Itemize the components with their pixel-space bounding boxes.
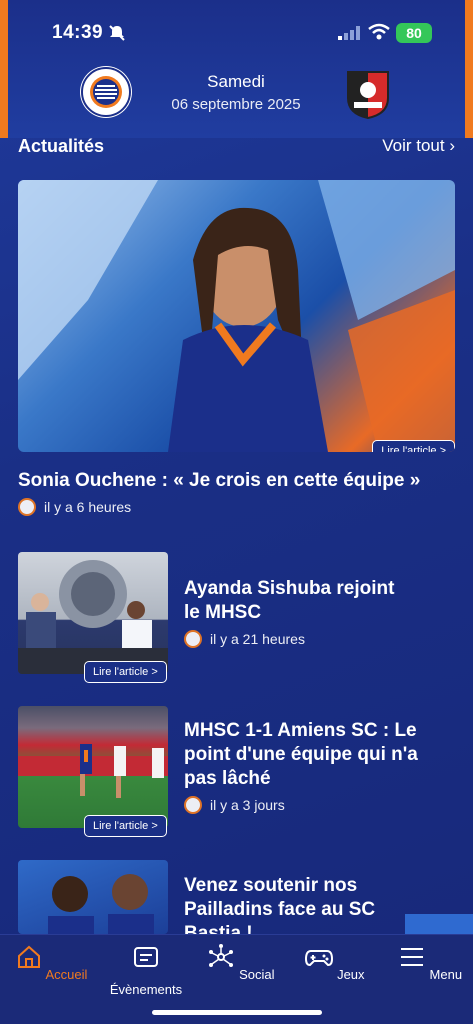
tab-social[interactable]: Social <box>196 943 286 982</box>
read-article-button[interactable]: Lire l'article > <box>372 440 455 452</box>
article-title-line: Bastia ! <box>184 922 253 935</box>
tab-label: Évènements <box>109 982 183 997</box>
tab-games[interactable]: Jeux <box>290 943 380 982</box>
battery-level: 80 <box>406 25 422 41</box>
article-title-line: le MHSC <box>184 601 262 623</box>
see-all-link[interactable]: Voir tout › <box>382 136 455 156</box>
social-icon <box>209 944 234 967</box>
tab-label: Menu <box>429 967 463 982</box>
status-bar: 14:39 80 <box>0 18 473 48</box>
article-title-line: point d'une équipe qui n'a <box>184 743 418 765</box>
article-time: il y a 21 heures <box>210 631 305 647</box>
hero-article-title[interactable]: Sonia Ouchene : « Je crois en cette équi… <box>18 470 455 492</box>
club-logo-icon <box>184 796 202 814</box>
match-photo <box>18 744 168 798</box>
home-team-logo[interactable] <box>80 66 132 118</box>
menu-icon <box>400 948 423 966</box>
tab-label: Jeux <box>337 967 365 982</box>
article-title-line: Ayanda Sishuba rejoint <box>184 578 395 599</box>
article-title-line: Pailladins face au SC <box>184 898 376 920</box>
read-article-button[interactable]: Lire l'article > <box>84 661 167 683</box>
decorative-block <box>405 914 473 934</box>
article-title-line: Venez soutenir nos <box>184 875 358 896</box>
article-title[interactable]: Venez soutenir nos Pailladins face au SC… <box>184 874 434 934</box>
read-article-button[interactable]: Lire l'article > <box>84 815 167 837</box>
match-date: 06 septembre 2025 <box>171 96 301 113</box>
tab-label: Accueil <box>45 967 88 982</box>
match-header: 14:39 80 Samedi 06 septembre 2025 <box>0 0 473 138</box>
events-icon <box>134 947 158 967</box>
article-meta: il y a 21 heures <box>184 630 305 648</box>
article-thumbnail[interactable] <box>18 706 168 828</box>
article-thumbnail[interactable] <box>18 860 168 934</box>
tab-menu[interactable]: Menu <box>385 943 473 982</box>
players-photo <box>48 874 154 934</box>
news-section-header: Actualités Voir tout › <box>18 136 455 160</box>
battery-indicator: 80 <box>396 23 432 43</box>
bell-slash-icon <box>109 25 125 41</box>
mhsc-crest-icon <box>81 67 131 117</box>
article-title[interactable]: MHSC 1-1 Amiens SC : Le point d'une équi… <box>184 719 434 790</box>
signing-photo <box>18 560 168 674</box>
match-day: Samedi <box>207 72 265 91</box>
club-logo-icon <box>18 498 36 516</box>
tab-home[interactable]: Accueil <box>6 943 96 982</box>
article-meta: il y a 6 heures <box>18 498 131 516</box>
article-time: il y a 6 heures <box>44 499 132 515</box>
article-thumbnail[interactable] <box>18 552 168 674</box>
player-photo <box>18 180 455 452</box>
article-title[interactable]: Ayanda Sishuba rejoint le MHSC <box>184 577 434 625</box>
signal-icon <box>338 26 360 40</box>
club-logo-icon <box>184 630 202 648</box>
article-meta: il y a 3 jours <box>184 796 285 814</box>
tab-events[interactable]: Évènements <box>101 943 191 997</box>
article-time: il y a 3 jours <box>210 797 285 813</box>
chevron-right-icon: › <box>449 136 455 155</box>
home-indicator[interactable] <box>152 1010 322 1015</box>
wifi-icon <box>368 23 390 40</box>
see-all-label: Voir tout <box>382 136 445 155</box>
away-team-logo[interactable] <box>344 68 392 120</box>
hero-article-image[interactable]: Lire l'article > <box>18 180 455 452</box>
article-title-line: MHSC 1-1 Amiens SC : Le <box>184 720 417 741</box>
tab-label: Social <box>239 967 275 982</box>
article-title-line: pas lâché <box>184 767 271 789</box>
gamepad-icon <box>305 950 334 967</box>
home-icon <box>17 945 40 968</box>
status-time: 14:39 <box>52 22 104 43</box>
news-section-title: Actualités <box>18 136 105 156</box>
